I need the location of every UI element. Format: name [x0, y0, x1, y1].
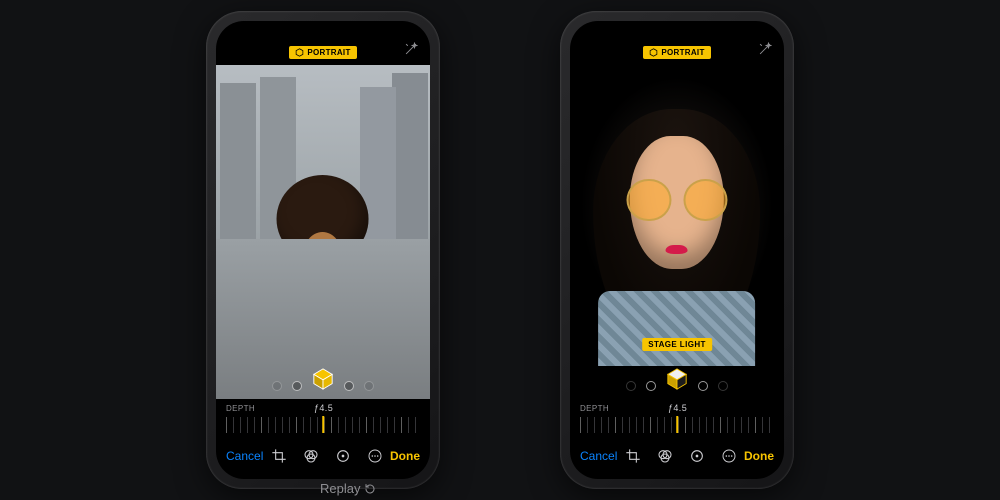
lighting-option-selected[interactable]	[666, 367, 688, 391]
filters-icon	[303, 448, 319, 464]
depth-value: ƒ4.5	[265, 403, 382, 413]
slider-thumb-icon	[676, 416, 678, 433]
replay-icon	[364, 483, 376, 495]
more-button[interactable]	[721, 448, 737, 464]
portrait-mode-label: PORTRAIT	[661, 48, 704, 57]
portrait-lighting-dial[interactable]	[570, 367, 784, 391]
screen: PORTRAIT	[216, 21, 430, 479]
lighting-option[interactable]	[272, 381, 282, 391]
lighting-option[interactable]	[646, 381, 656, 391]
depth-control: DEPTH ƒ4.5	[216, 399, 430, 439]
done-button[interactable]: Done	[744, 449, 774, 463]
photo-viewport[interactable]	[216, 65, 430, 399]
more-button[interactable]	[367, 448, 383, 464]
hexagon-icon	[649, 48, 658, 57]
adjust-button[interactable]	[335, 448, 351, 464]
lighting-option-selected[interactable]	[312, 367, 334, 391]
replay-button[interactable]: Replay	[320, 481, 376, 496]
portrait-mode-badge[interactable]: PORTRAIT	[289, 46, 356, 59]
portrait-mode-badge[interactable]: PORTRAIT	[643, 46, 710, 59]
photo-subject	[255, 192, 392, 379]
phone-right: PORTRAIT STAGE LIGHT	[560, 11, 794, 489]
adjust-button[interactable]	[689, 448, 705, 464]
photo-subject	[594, 98, 761, 365]
lighting-option[interactable]	[626, 381, 636, 391]
lighting-option[interactable]	[364, 381, 374, 391]
auto-enhance-button[interactable]	[758, 42, 772, 59]
crop-icon	[271, 448, 287, 464]
depth-slider[interactable]	[580, 417, 774, 433]
device-notch	[275, 21, 371, 41]
lighting-name-badge: STAGE LIGHT	[642, 338, 712, 351]
editor-toolbar: Cancel Done	[216, 439, 430, 479]
hexagon-icon	[295, 48, 304, 57]
portrait-mode-label: PORTRAIT	[307, 48, 350, 57]
filters-icon	[657, 448, 673, 464]
more-icon	[367, 448, 383, 464]
editor-toolbar: Cancel Done	[570, 439, 784, 479]
photo-viewport[interactable]: STAGE LIGHT	[570, 65, 784, 399]
lighting-option[interactable]	[292, 381, 302, 391]
cancel-button[interactable]: Cancel	[226, 449, 263, 463]
demo-stage: PORTRAIT	[0, 0, 1000, 500]
depth-value: ƒ4.5	[619, 403, 736, 413]
phone-left: PORTRAIT	[206, 11, 440, 489]
device-notch	[629, 21, 725, 41]
portrait-photo	[216, 65, 430, 399]
depth-control: DEPTH ƒ4.5	[570, 399, 784, 439]
cube-icon	[312, 367, 334, 391]
depth-label: DEPTH	[226, 404, 255, 413]
lighting-option[interactable]	[344, 381, 354, 391]
portrait-lighting-dial[interactable]	[216, 367, 430, 391]
adjust-icon	[335, 448, 351, 464]
lighting-option[interactable]	[698, 381, 708, 391]
wand-icon	[758, 42, 772, 56]
cancel-button[interactable]: Cancel	[580, 449, 617, 463]
depth-slider[interactable]	[226, 417, 420, 433]
wand-icon	[404, 42, 418, 56]
crop-button[interactable]	[625, 448, 641, 464]
lighting-option[interactable]	[718, 381, 728, 391]
adjust-icon	[689, 448, 705, 464]
cube-icon	[666, 367, 688, 391]
crop-button[interactable]	[271, 448, 287, 464]
depth-label: DEPTH	[580, 404, 609, 413]
more-icon	[721, 448, 737, 464]
filters-button[interactable]	[303, 448, 319, 464]
screen: PORTRAIT STAGE LIGHT	[570, 21, 784, 479]
auto-enhance-button[interactable]	[404, 42, 418, 59]
done-button[interactable]: Done	[390, 449, 420, 463]
crop-icon	[625, 448, 641, 464]
slider-thumb-icon	[322, 416, 324, 433]
replay-label: Replay	[320, 481, 360, 496]
filters-button[interactable]	[657, 448, 673, 464]
